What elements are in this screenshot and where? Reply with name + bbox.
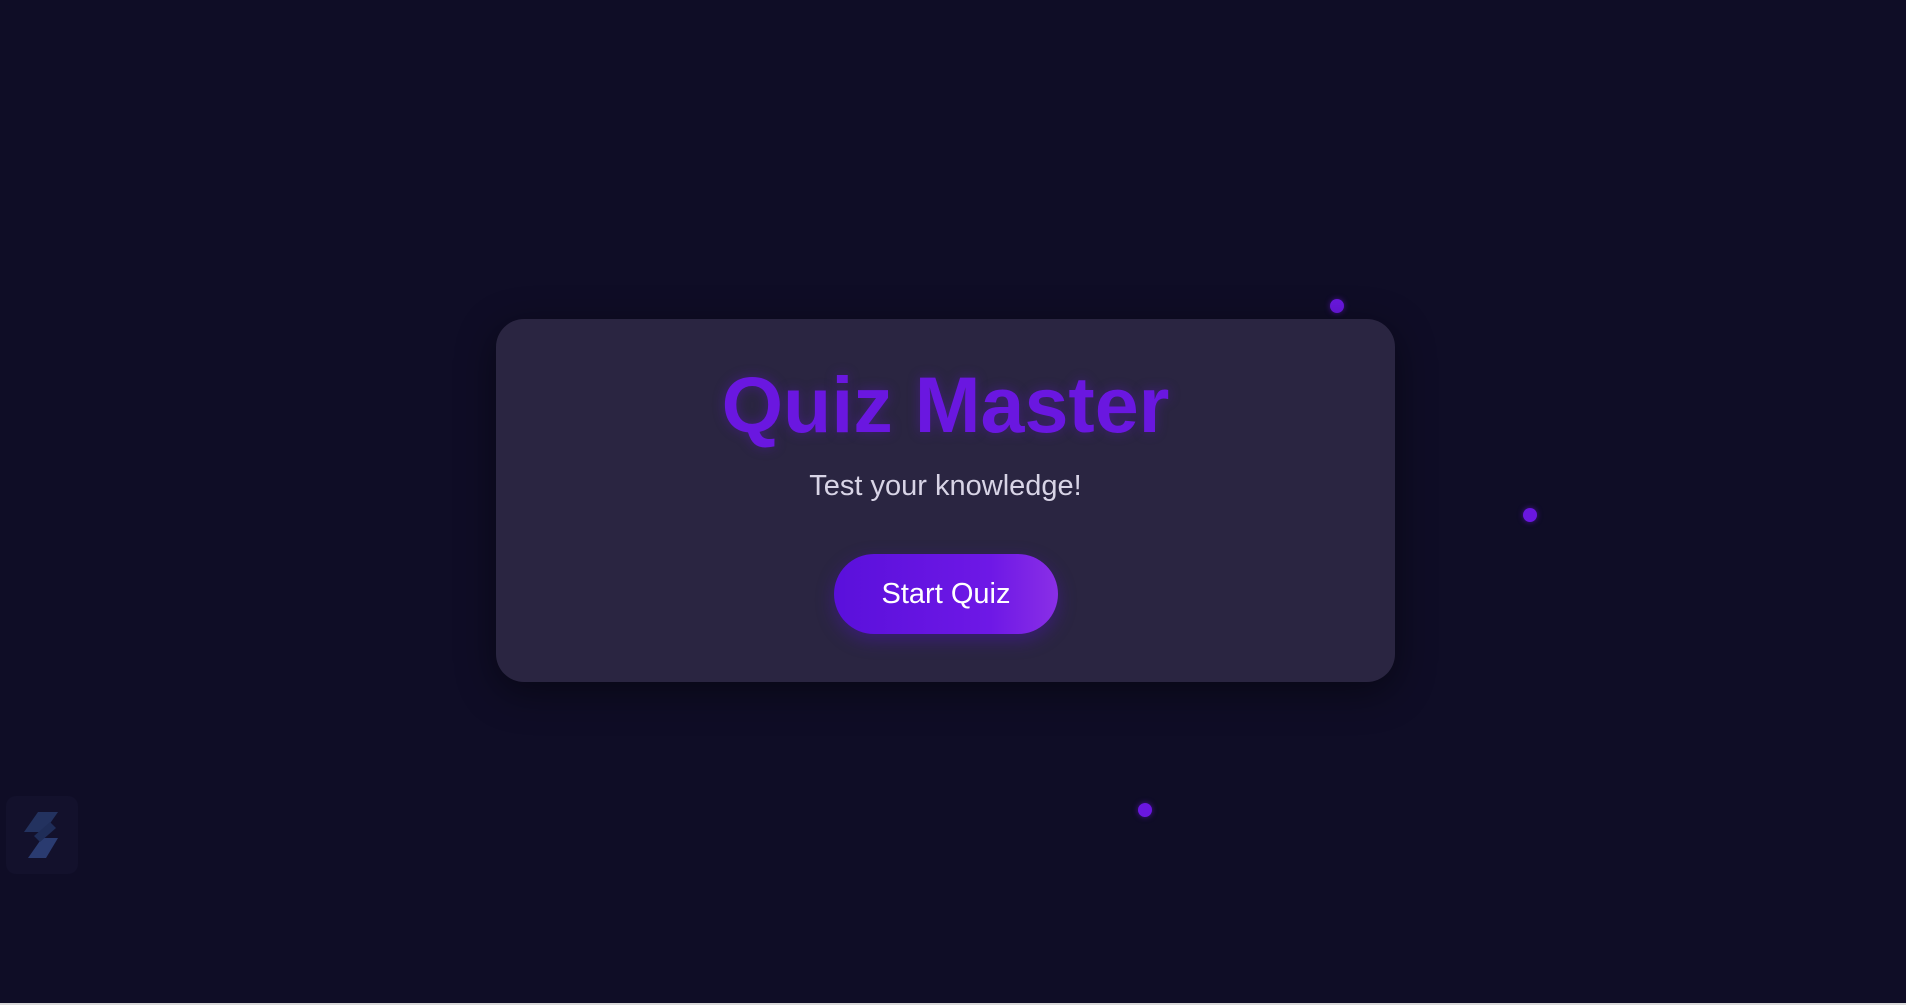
start-quiz-button[interactable]: Start Quiz (834, 554, 1058, 634)
quiz-start-screen: Quiz Master Test your knowledge! Start Q… (0, 0, 1906, 1005)
quiz-subtitle: Test your knowledge! (809, 470, 1082, 502)
corner-widget[interactable] (6, 796, 78, 874)
quiz-title: Quiz Master (721, 360, 1170, 449)
particle-dot (1330, 299, 1344, 313)
quiz-card: Quiz Master Test your knowledge! Start Q… (496, 319, 1395, 682)
particle-dot (1523, 508, 1537, 522)
particle-dot (1138, 803, 1152, 817)
app-logo-icon (24, 812, 58, 858)
